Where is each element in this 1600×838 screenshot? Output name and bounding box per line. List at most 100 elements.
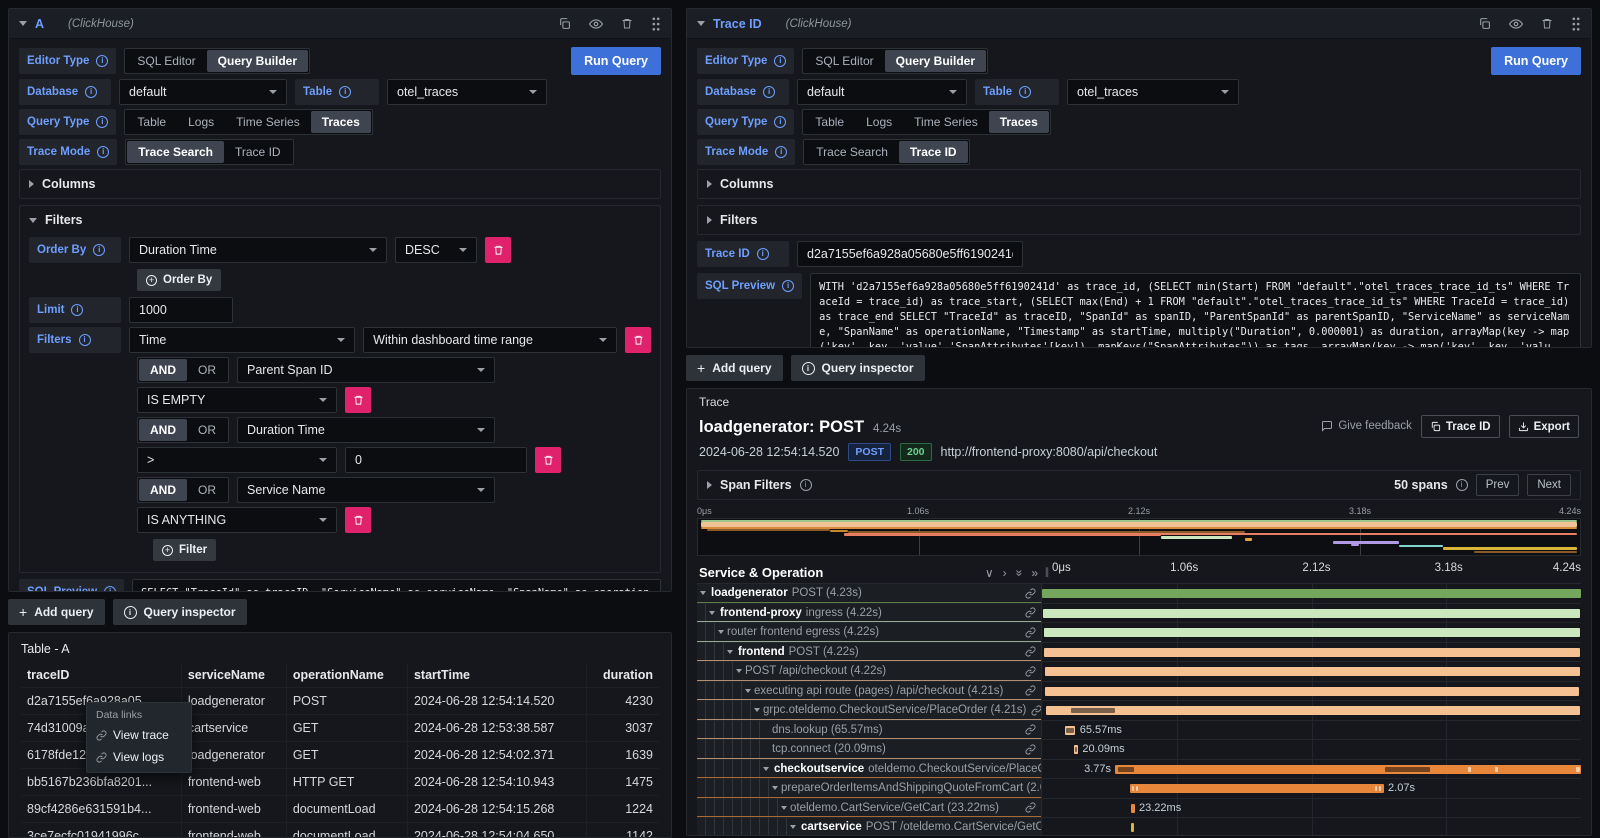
export-button[interactable]: Export — [1509, 415, 1579, 438]
run-query-button[interactable]: Run Query — [571, 47, 661, 75]
span-duration-bar[interactable] — [1046, 706, 1580, 715]
expand-chevron-icon[interactable] — [733, 669, 745, 673]
span-row[interactable]: router frontend egress (4.22s) — [697, 623, 1581, 643]
span-duration-bar[interactable] — [1130, 784, 1384, 793]
info-icon[interactable]: i — [104, 586, 116, 592]
delete-query-icon[interactable] — [1541, 17, 1553, 30]
columns-section-toggle[interactable]: Columns — [707, 175, 1571, 193]
drag-handle-icon[interactable] — [1571, 17, 1581, 31]
order-by-field-select[interactable]: Duration Time — [129, 237, 387, 263]
span-row[interactable]: dns.lookup (65.57ms)65.57ms — [697, 721, 1581, 741]
span-row[interactable]: cartservicePOST /oteldemo.CartService/Ge… — [697, 818, 1581, 836]
span-row[interactable]: oteldemo.CartService/GetCart (23.22ms)23… — [697, 799, 1581, 819]
expand-chevron-icon[interactable] — [751, 708, 763, 712]
span-name-cell[interactable]: frontendPOST (4.22s) — [697, 643, 1042, 662]
editor-type-option[interactable]: Query Builder — [207, 50, 308, 72]
span-name-cell[interactable]: POST /api/checkout (4.22s) — [697, 662, 1042, 681]
span-duration-bar[interactable] — [1043, 609, 1580, 618]
table-column-header[interactable]: operationName — [286, 663, 407, 688]
limit-input[interactable] — [129, 297, 233, 323]
span-name-cell[interactable]: tcp.connect (20.09ms) — [697, 740, 1042, 759]
span-duration-bar[interactable] — [1074, 745, 1078, 754]
table-column-header[interactable]: serviceName — [181, 663, 286, 688]
query-type-radio[interactable]: TableLogsTime SeriesTraces — [124, 109, 372, 135]
columns-section-toggle[interactable]: Columns — [29, 175, 651, 193]
add-query-button[interactable]: +Add query — [686, 355, 783, 381]
info-icon[interactable]: i — [96, 55, 108, 67]
info-icon[interactable]: i — [1019, 86, 1031, 98]
query-inspector-button[interactable]: iQuery inspector — [791, 355, 925, 381]
expand-chevron-icon[interactable] — [787, 825, 799, 829]
link-icon[interactable] — [1025, 588, 1036, 599]
expand-chevron-icon[interactable] — [769, 786, 781, 790]
hide-response-icon[interactable] — [589, 17, 603, 31]
trace-mode-option[interactable]: Trace Search — [805, 141, 899, 163]
info-icon[interactable]: i — [774, 55, 786, 67]
span-name-cell[interactable]: loadgeneratorPOST (4.23s) — [697, 584, 1042, 603]
expand-chevron-icon[interactable] — [715, 630, 727, 634]
prev-button[interactable]: Prev — [1476, 474, 1520, 496]
table-select[interactable]: otel_traces — [1067, 79, 1239, 105]
query-type-radio[interactable]: TableLogsTime SeriesTraces — [802, 109, 1050, 135]
info-icon[interactable]: i — [97, 146, 109, 158]
bool-operator-radio[interactable]: ANDOR — [137, 477, 229, 503]
column-resize-handle[interactable]: ∥ — [1042, 562, 1052, 583]
trace-mode-radio[interactable]: Trace SearchTrace ID — [803, 139, 969, 165]
trace-id-input[interactable] — [797, 241, 1023, 267]
info-icon[interactable]: i — [85, 86, 97, 98]
span-duration-bar[interactable] — [1065, 726, 1076, 735]
span-name-cell[interactable]: prepareOrderItemsAndShippingQuoteFromCar… — [697, 779, 1042, 798]
span-duration-bar[interactable] — [1044, 648, 1580, 657]
span-row[interactable]: frontendPOST (4.22s) — [697, 643, 1581, 663]
span-name-cell[interactable]: cartservicePOST /oteldemo.CartService/Ge… — [697, 818, 1042, 836]
info-icon[interactable]: i — [782, 280, 794, 292]
info-icon[interactable]: i — [93, 244, 105, 256]
add-query-button[interactable]: +Add query — [8, 599, 105, 625]
hide-response-icon[interactable] — [1509, 17, 1523, 31]
database-select[interactable]: default — [119, 79, 287, 105]
expand-chevron-icon[interactable] — [697, 591, 709, 595]
duplicate-icon[interactable] — [1478, 17, 1491, 30]
trace-mode-option[interactable]: Trace ID — [224, 141, 292, 163]
link-icon[interactable] — [1025, 666, 1036, 677]
table-select[interactable]: otel_traces — [387, 79, 547, 105]
table-column-header[interactable]: traceID — [21, 663, 181, 688]
bool-option[interactable]: AND — [139, 359, 187, 381]
remove-condition-button[interactable] — [345, 387, 371, 413]
span-duration-bar[interactable] — [1042, 589, 1581, 598]
query-type-option[interactable]: Logs — [177, 111, 225, 133]
link-icon[interactable] — [1025, 744, 1036, 755]
span-row[interactable]: checkoutserviceoteldemo.CheckoutService/… — [697, 760, 1581, 780]
table-column-header[interactable]: duration — [586, 663, 659, 688]
expand-one-icon[interactable]: › — [1003, 567, 1007, 579]
filters-section-toggle[interactable]: Filters — [29, 211, 651, 229]
bool-option[interactable]: AND — [139, 419, 187, 441]
query-type-option[interactable]: Logs — [855, 111, 903, 133]
span-row[interactable]: POST /api/checkout (4.22s) — [697, 662, 1581, 682]
info-icon[interactable]: i — [774, 116, 786, 128]
query-type-option[interactable]: Table — [126, 111, 177, 133]
span-duration-bar[interactable] — [1044, 628, 1580, 637]
query-panel-a-header[interactable]: A (ClickHouse) — [9, 9, 671, 39]
order-by-direction-select[interactable]: DESC — [395, 237, 477, 263]
span-name-cell[interactable]: dns.lookup (65.57ms) — [697, 721, 1042, 740]
trace-id-link[interactable]: 3ce7ecfc01941996c... — [21, 823, 181, 838]
drag-handle-icon[interactable] — [651, 17, 661, 31]
editor-type-option[interactable]: Query Builder — [885, 50, 986, 72]
editor-type-option[interactable]: SQL Editor — [126, 50, 206, 72]
remove-filter-button[interactable] — [625, 327, 651, 353]
next-button[interactable]: Next — [1527, 474, 1571, 496]
editor-type-radio[interactable]: SQL EditorQuery Builder — [124, 48, 310, 74]
info-icon[interactable]: i — [757, 248, 769, 260]
info-icon[interactable]: i — [1456, 479, 1468, 491]
bool-operator-radio[interactable]: ANDOR — [137, 417, 229, 443]
editor-type-radio[interactable]: SQL EditorQuery Builder — [802, 48, 988, 74]
span-duration-bar[interactable] — [1045, 667, 1580, 676]
bool-option[interactable]: OR — [187, 419, 227, 441]
expand-chevron-icon[interactable] — [778, 806, 790, 810]
editor-type-option[interactable]: SQL Editor — [804, 50, 884, 72]
span-name-cell[interactable]: router frontend egress (4.22s) — [697, 623, 1042, 642]
span-row[interactable]: grpc.oteldemo.CheckoutService/PlaceOrder… — [697, 701, 1581, 721]
expand-chevron-icon[interactable] — [742, 689, 754, 693]
span-name-cell[interactable]: frontend-proxyingress (4.22s) — [697, 604, 1042, 623]
